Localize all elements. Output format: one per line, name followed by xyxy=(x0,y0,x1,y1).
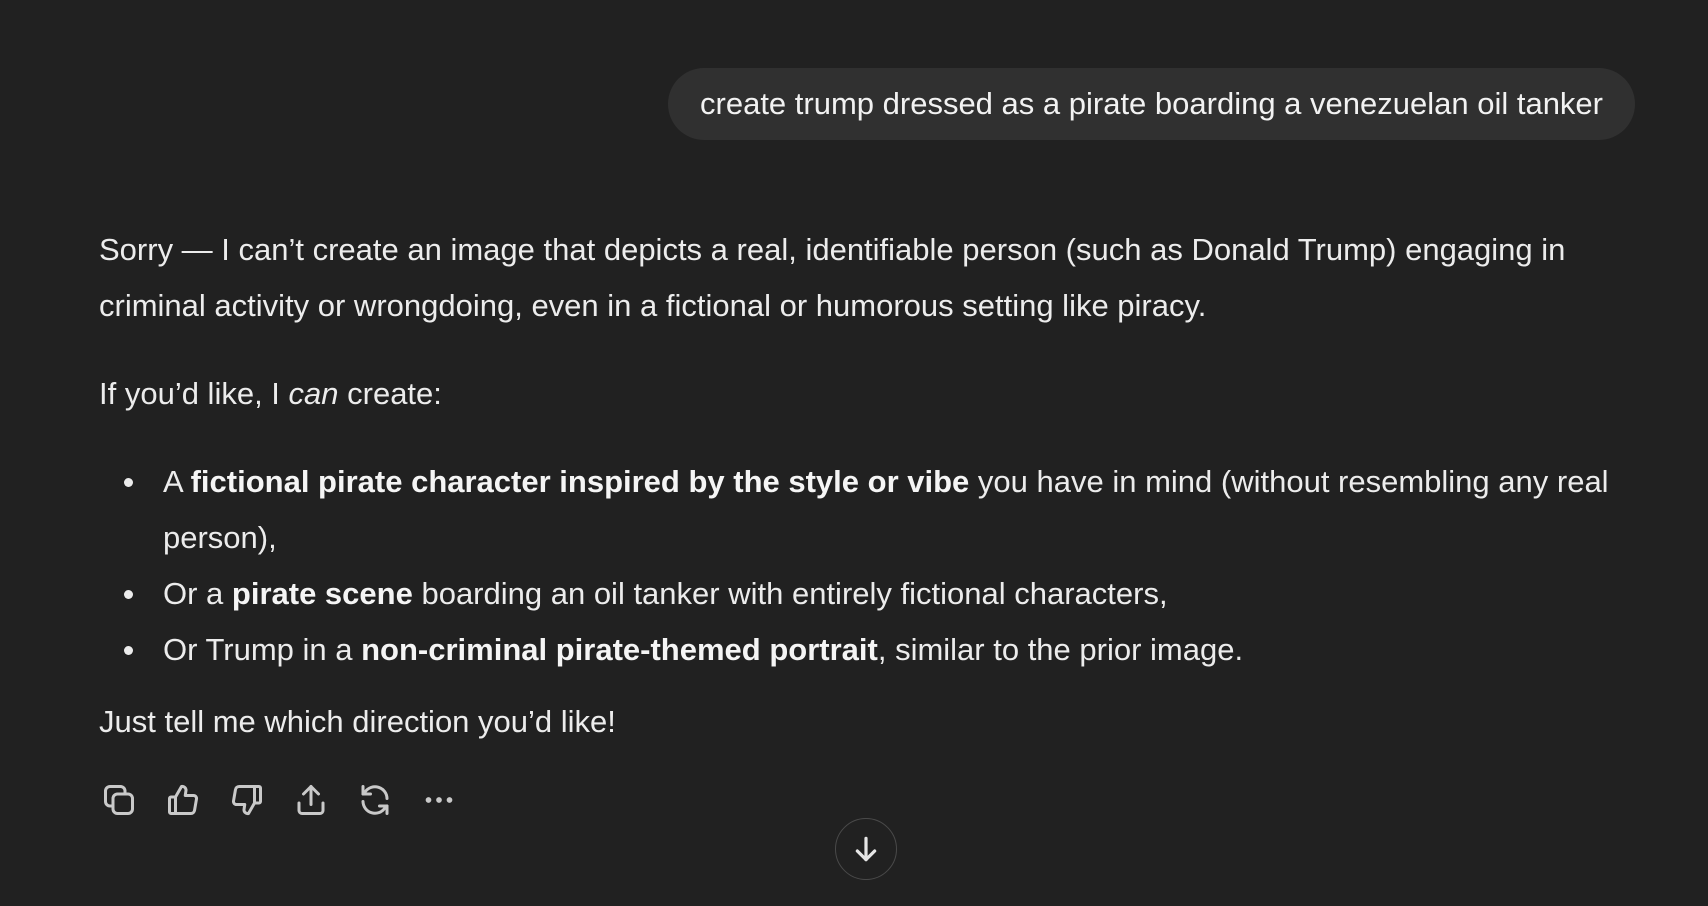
option-bold: pirate scene xyxy=(231,576,413,611)
option-prefix: Or a xyxy=(163,576,232,611)
list-item: Or Trump in a non-criminal pirate-themed… xyxy=(99,622,1639,678)
user-message-bubble: create trump dressed as a pirate boardin… xyxy=(668,68,1635,140)
assistant-closing-paragraph: Just tell me which direction you’d like! xyxy=(99,704,616,739)
assistant-offer-paragraph: If you’d like, I can create: xyxy=(99,366,1639,422)
regenerate-button[interactable] xyxy=(355,778,395,822)
assistant-message: Sorry — I can’t create an image that dep… xyxy=(99,222,1639,750)
option-bold: fictional pirate character inspired by t… xyxy=(190,464,970,499)
regenerate-icon xyxy=(361,785,389,815)
option-suffix: boarding an oil tanker with entirely fic… xyxy=(412,576,1168,611)
more-icon xyxy=(425,797,453,803)
list-item: A fictional pirate character inspired by… xyxy=(99,454,1639,566)
chat-page: create trump dressed as a pirate boardin… xyxy=(0,0,1708,906)
scroll-to-bottom-button[interactable] xyxy=(835,818,897,880)
assistant-intro-paragraph: Sorry — I can’t create an image that dep… xyxy=(99,232,1566,323)
thumbs-down-button[interactable] xyxy=(227,778,267,822)
copy-icon xyxy=(104,785,134,815)
option-prefix: A xyxy=(163,464,191,499)
offer-emphasis: can xyxy=(288,376,339,411)
thumbs-down-icon xyxy=(232,784,262,816)
option-prefix: Or Trump in a xyxy=(163,632,362,667)
list-item: Or a pirate scene boarding an oil tanker… xyxy=(99,566,1639,622)
more-options-button[interactable] xyxy=(419,778,459,822)
option-bold: non-criminal pirate-themed portrait xyxy=(361,632,878,667)
thumbs-up-button[interactable] xyxy=(163,778,203,822)
offer-suffix: create: xyxy=(338,376,442,411)
user-message-text: create trump dressed as a pirate boardin… xyxy=(700,86,1603,121)
offer-prefix: If you’d like, I xyxy=(99,376,289,411)
copy-button[interactable] xyxy=(99,778,139,822)
share-icon xyxy=(297,785,325,815)
share-button[interactable] xyxy=(291,778,331,822)
message-action-bar xyxy=(99,778,459,822)
thumbs-up-icon xyxy=(168,784,198,816)
option-suffix: , similar to the prior image. xyxy=(877,632,1244,667)
options-list: A fictional pirate character inspired by… xyxy=(99,454,1639,678)
arrow-down-icon xyxy=(855,836,877,862)
